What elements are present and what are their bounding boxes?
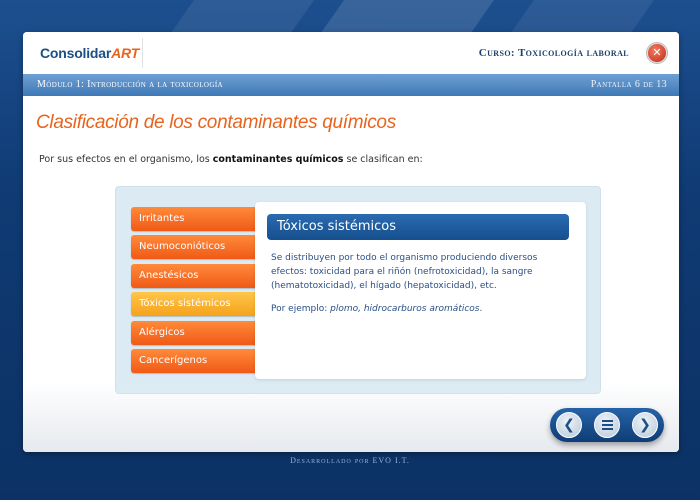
close-icon: ✕ [652, 46, 662, 59]
header: ConsolidarART Curso: Toxicología laboral… [23, 32, 679, 74]
menu-item-cancerigenos[interactable]: Cancerígenos [131, 349, 259, 373]
example-label: Por ejemplo: [271, 304, 331, 314]
classification-panel: Irritantes Neumoconióticos Anestésicos T… [115, 186, 601, 394]
footer-credit: Desarrollado por EVO I.T. [290, 456, 410, 465]
content-description: Se distribuyen por todo el organismo pro… [271, 253, 538, 291]
menu-icon [602, 420, 613, 430]
chevron-right-icon: ❯ [639, 417, 651, 433]
next-button[interactable]: ❯ [632, 412, 658, 438]
menu-item-toxicos-sistemicos[interactable]: Tóxicos sistémicos [131, 292, 267, 316]
content-title: Tóxicos sistémicos [267, 214, 569, 240]
page-title: Clasificación de los contaminantes quími… [36, 112, 396, 133]
navigation-bar: ❮ ❯ [550, 408, 664, 442]
intro-text-bold: contaminantes químicos [212, 154, 344, 165]
close-button[interactable]: ✕ [647, 43, 667, 63]
content-box: Tóxicos sistémicos Se distribuyen por to… [255, 202, 586, 379]
intro-text: Por sus efectos en el organismo, los con… [39, 154, 423, 165]
logo-main: Consolidar [40, 45, 112, 61]
intro-text-end: se clasifican en: [343, 154, 423, 165]
header-divider [142, 38, 143, 68]
chevron-left-icon: ❮ [563, 417, 575, 433]
previous-button[interactable]: ❮ [556, 412, 582, 438]
content-example: Por ejemplo: plomo, hidrocarburos aromát… [271, 304, 571, 314]
module-bar: Módulo 1: Introducción a la toxicología … [23, 74, 679, 96]
logo-accent: ART [111, 45, 140, 61]
menu-button[interactable] [594, 412, 620, 438]
course-window: ConsolidarART Curso: Toxicología laboral… [23, 32, 679, 452]
course-title: Curso: Toxicología laboral [478, 47, 629, 59]
menu-item-alergicos[interactable]: Alérgicos [131, 321, 259, 345]
intro-text-start: Por sus efectos en el organismo, los [39, 154, 213, 165]
module-title: Módulo 1: Introducción a la toxicología [37, 79, 224, 90]
menu-item-anestesicos[interactable]: Anestésicos [131, 264, 259, 288]
screen-counter: Pantalla 6 de 13 [590, 79, 667, 90]
logo: ConsolidarART [40, 45, 139, 61]
menu-item-irritantes[interactable]: Irritantes [131, 207, 259, 231]
example-items: plomo, hidrocarburos aromáticos [330, 304, 480, 314]
menu-item-neumoconioticos[interactable]: Neumoconióticos [131, 235, 259, 259]
example-end: . [479, 304, 483, 314]
